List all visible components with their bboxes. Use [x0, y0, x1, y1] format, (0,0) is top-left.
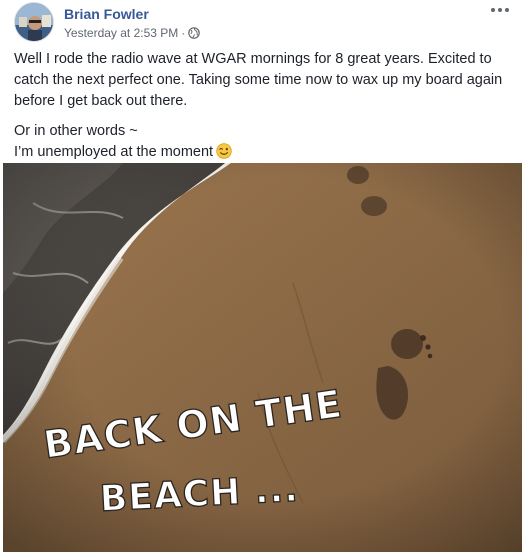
more-options-icon[interactable]	[489, 2, 511, 18]
facebook-post: Brian Fowler Yesterday at 2:53 PM · Well…	[0, 0, 525, 552]
post-paragraph: Or in other words ~	[14, 123, 138, 139]
post-meta: Yesterday at 2:53 PM ·	[64, 26, 201, 40]
more-dot	[498, 8, 502, 12]
more-dot	[505, 8, 509, 12]
post-header: Brian Fowler Yesterday at 2:53 PM ·	[14, 2, 511, 42]
post-timestamp[interactable]: Yesterday at 2:53 PM	[64, 26, 178, 40]
post-paragraph: I’m unemployed at the moment	[14, 142, 511, 163]
post-photo[interactable]: BACK ON THE BEACH ...	[3, 163, 522, 552]
author-avatar[interactable]	[14, 2, 54, 42]
globe-icon[interactable]	[188, 27, 201, 39]
post-paragraph-text: I’m unemployed at the moment	[14, 144, 214, 160]
post-text: Well I rode the radio wave at WGAR morni…	[14, 49, 511, 163]
more-dot	[491, 8, 495, 12]
post-paragraph: Well I rode the radio wave at WGAR morni…	[14, 51, 503, 109]
winking-face-icon	[216, 143, 232, 159]
author-name[interactable]: Brian Fowler	[64, 6, 149, 22]
meta-separator: ·	[181, 26, 186, 40]
